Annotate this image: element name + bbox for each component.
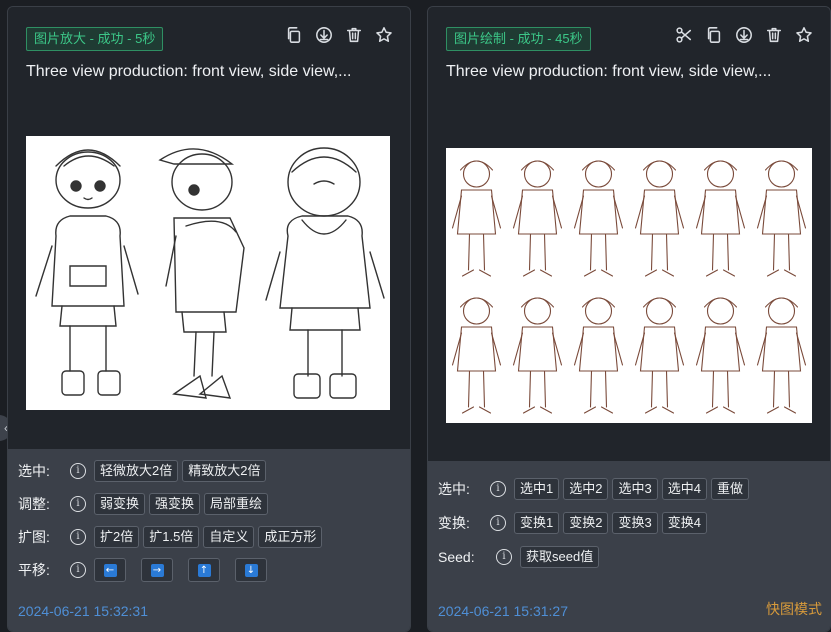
result-image[interactable]	[26, 136, 390, 410]
info-icon[interactable]: i	[70, 562, 86, 578]
sketch-figure	[695, 160, 746, 277]
row-label: 选中:	[438, 481, 470, 497]
sketch-figure	[756, 297, 807, 414]
download-icon[interactable]	[734, 25, 754, 45]
card-preview-area: 图片放大 - 成功 - 5秒 Three view production: fr…	[8, 7, 410, 449]
sketch-figure	[695, 297, 746, 414]
pan-down-button[interactable]: ↓	[235, 558, 267, 582]
row-variation: 变换: i 变换1 变换2 变换3 变换4	[438, 511, 820, 535]
card-toolbar	[284, 25, 394, 45]
download-icon[interactable]	[314, 25, 334, 45]
three-view-drawing	[35, 147, 385, 399]
select-4-button[interactable]: 选中4	[661, 478, 707, 500]
prompt-text: Three view production: front view, side …	[446, 63, 772, 80]
make-square-button[interactable]: 成正方形	[258, 526, 323, 548]
vary-strong-button[interactable]: 强变换	[149, 493, 201, 515]
vary-subtle-button[interactable]: 弱变换	[94, 493, 146, 515]
result-card-upscale: 图片放大 - 成功 - 5秒 Three view production: fr…	[7, 6, 411, 632]
result-card-generate: 图片绘制 - 成功 - 45秒 Three view production: f…	[427, 6, 831, 632]
info-icon[interactable]: i	[490, 515, 506, 531]
card-preview-area: 图片绘制 - 成功 - 45秒 Three view production: f…	[428, 7, 830, 461]
card-actions: 选中: i 选中1 选中2 选中3 选中4 重做 变换: i 变换1 变换2 变…	[428, 461, 830, 631]
status-tag: 图片放大 - 成功 - 5秒	[26, 27, 164, 51]
row-adjust: 调整: i 弱变换 强变换 局部重绘	[18, 492, 400, 516]
info-icon[interactable]: i	[70, 529, 86, 545]
arrow-right-icon: →	[150, 563, 164, 577]
row-zoom: 扩图: i 扩2倍 扩1.5倍 自定义 成正方形	[18, 525, 400, 549]
variation-2-button[interactable]: 变换2	[563, 512, 609, 534]
variation-4-button[interactable]: 变换4	[661, 512, 707, 534]
vary-region-button[interactable]: 局部重绘	[204, 493, 269, 515]
quick-mode-link[interactable]: 快图模式	[766, 599, 822, 619]
sketch-figure	[573, 160, 624, 277]
info-icon[interactable]: i	[70, 463, 86, 479]
row-select: 选中: i 轻微放大2倍 精致放大2倍	[18, 459, 400, 483]
star-icon[interactable]	[374, 25, 394, 45]
upscale-subtle-button[interactable]: 轻微放大2倍	[94, 460, 179, 482]
copy-icon[interactable]	[284, 25, 304, 45]
card-actions: 选中: i 轻微放大2倍 精致放大2倍 调整: i 弱变换 强变换 局部重绘 扩…	[8, 449, 410, 631]
row-label: 扩图:	[18, 529, 50, 545]
sketch-figure	[512, 160, 563, 277]
timestamp: 2024-06-21 15:32:31	[18, 603, 148, 619]
row-label: Seed:	[438, 549, 475, 565]
upscale-creative-button[interactable]: 精致放大2倍	[182, 460, 267, 482]
trash-icon[interactable]	[764, 25, 784, 45]
zoom-2x-button[interactable]: 扩2倍	[94, 526, 140, 548]
sketch-figure	[451, 160, 502, 277]
variation-1-button[interactable]: 变换1	[514, 512, 560, 534]
status-tag: 图片绘制 - 成功 - 45秒	[446, 27, 591, 51]
pan-left-button[interactable]: ←	[94, 558, 126, 582]
select-3-button[interactable]: 选中3	[612, 478, 658, 500]
timestamp: 2024-06-21 15:31:27	[438, 603, 568, 619]
prompt-text: Three view production: front view, side …	[26, 63, 352, 80]
row-label: 变换:	[438, 515, 470, 531]
sketch-figure	[451, 297, 502, 414]
sketch-figure	[756, 160, 807, 277]
trash-icon[interactable]	[344, 25, 364, 45]
select-1-button[interactable]: 选中1	[514, 478, 560, 500]
pan-up-button[interactable]: ↑	[188, 558, 220, 582]
arrow-down-icon: ↓	[244, 563, 258, 577]
row-select: 选中: i 选中1 选中2 选中3 选中4 重做	[438, 477, 820, 501]
row-pan: 平移: i ← → ↑ ↓	[18, 558, 400, 582]
zoom-custom-button[interactable]: 自定义	[203, 526, 255, 548]
card-toolbar	[674, 25, 814, 45]
row-label: 平移:	[18, 562, 50, 578]
row-seed: Seed: i 获取seed值	[438, 545, 820, 569]
character-grid-drawing	[451, 160, 807, 414]
pan-right-button[interactable]: →	[141, 558, 173, 582]
copy-icon[interactable]	[704, 25, 724, 45]
zoom-1-5x-button[interactable]: 扩1.5倍	[143, 526, 200, 548]
sketch-figure	[512, 297, 563, 414]
info-icon[interactable]: i	[496, 549, 512, 565]
row-label: 选中:	[18, 463, 50, 479]
arrow-up-icon: ↑	[197, 563, 211, 577]
row-label: 调整:	[18, 496, 50, 512]
sketch-figure	[634, 297, 685, 414]
get-seed-button[interactable]: 获取seed值	[520, 546, 600, 568]
scissors-icon[interactable]	[674, 25, 694, 45]
info-icon[interactable]: i	[70, 496, 86, 512]
select-2-button[interactable]: 选中2	[563, 478, 609, 500]
arrow-left-icon: ←	[103, 563, 117, 577]
sketch-figure	[634, 160, 685, 277]
star-icon[interactable]	[794, 25, 814, 45]
info-icon[interactable]: i	[490, 481, 506, 497]
variation-3-button[interactable]: 变换3	[612, 512, 658, 534]
sketch-figure	[573, 297, 624, 414]
redo-button[interactable]: 重做	[710, 478, 749, 500]
result-image[interactable]	[446, 148, 812, 423]
